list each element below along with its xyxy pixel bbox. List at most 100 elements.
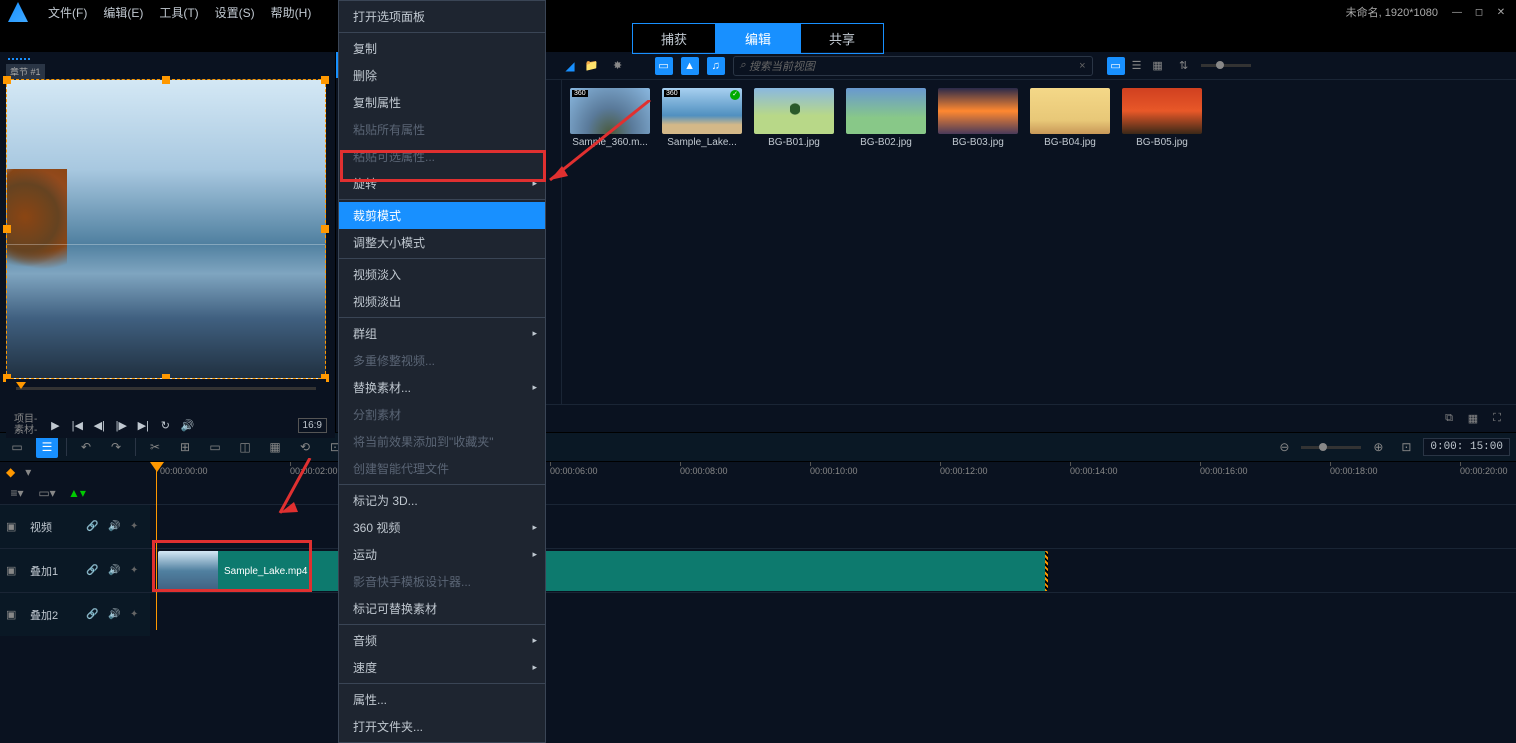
volume-icon[interactable]: 🔊 bbox=[179, 419, 195, 432]
expand-icon[interactable]: ⛶ bbox=[1488, 410, 1506, 428]
gear-icon[interactable]: ✸ bbox=[609, 57, 627, 75]
tool-icon[interactable]: ⟲ bbox=[294, 436, 316, 458]
preview-scrubber[interactable] bbox=[6, 379, 326, 397]
library-item[interactable]: BG-B05.jpg bbox=[1122, 88, 1202, 396]
storyboard-view-icon[interactable]: ▭ bbox=[6, 436, 28, 458]
zoom-in-icon[interactable]: ⊕ bbox=[1367, 436, 1389, 458]
context-menu-item[interactable]: 删除 bbox=[339, 62, 545, 89]
crop-handle[interactable] bbox=[321, 76, 329, 84]
track-link-icon[interactable]: 🔗 bbox=[86, 609, 100, 620]
context-menu-item[interactable]: 视频淡入 bbox=[339, 261, 545, 288]
marker-icon[interactable]: ▾ bbox=[25, 465, 31, 479]
menu-tools[interactable]: 工具(T) bbox=[151, 0, 206, 25]
mode-share[interactable]: 共享 bbox=[800, 23, 884, 54]
clear-search-icon[interactable]: × bbox=[1079, 60, 1085, 72]
library-item[interactable]: 360Sample_360.m... bbox=[570, 88, 650, 396]
next-frame-icon[interactable]: |▶ bbox=[113, 419, 129, 432]
filter-audio-icon[interactable]: ♫ bbox=[707, 57, 725, 75]
dual-view-icon[interactable]: ⧉ bbox=[1440, 410, 1458, 428]
context-menu-item[interactable]: 复制属性 bbox=[339, 89, 545, 116]
timecode-display[interactable]: 0:00: 15:00 bbox=[1423, 438, 1510, 456]
tool-icon[interactable]: ▭ bbox=[204, 436, 226, 458]
track-fx-icon[interactable]: ✦ bbox=[130, 565, 144, 576]
track-link-icon[interactable]: 🔗 bbox=[86, 521, 100, 532]
close-icon[interactable]: ✕ bbox=[1494, 5, 1508, 19]
timeline-ruler[interactable]: ◆ ▾ 00:00:00:0000:00:02:0000:00:06:0000:… bbox=[0, 462, 1516, 482]
context-menu-item[interactable]: 调整大小模式 bbox=[339, 229, 545, 256]
search-input[interactable]: ⌕ 搜索当前视图× bbox=[733, 56, 1093, 76]
maximize-icon[interactable]: ◻ bbox=[1472, 5, 1486, 19]
track-add-icon[interactable]: ▲▾ bbox=[66, 482, 88, 504]
zoom-out-icon[interactable]: ⊖ bbox=[1273, 436, 1295, 458]
library-item[interactable]: 360✓Sample_Lake... bbox=[662, 88, 742, 396]
menu-settings[interactable]: 设置(S) bbox=[207, 0, 263, 25]
context-menu-item[interactable]: 属性... bbox=[339, 686, 545, 713]
library-item[interactable]: BG-B03.jpg bbox=[938, 88, 1018, 396]
tool-icon[interactable]: ◫ bbox=[234, 436, 256, 458]
view-thumbnail-icon[interactable]: ▭ bbox=[1107, 57, 1125, 75]
view-grid-icon[interactable]: ▦ bbox=[1149, 57, 1167, 75]
fit-icon[interactable]: ⊡ bbox=[1395, 436, 1417, 458]
loop-icon[interactable]: ↻ bbox=[157, 419, 173, 432]
crop-handle[interactable] bbox=[321, 225, 329, 233]
filter-video-icon[interactable]: ▭ bbox=[655, 57, 673, 75]
context-menu-item[interactable]: 360 视频 bbox=[339, 514, 545, 541]
mode-edit[interactable]: 编辑 bbox=[716, 23, 800, 54]
track-mute-icon[interactable]: 🔊 bbox=[108, 565, 122, 576]
goto-end-icon[interactable]: ▶| bbox=[135, 419, 151, 432]
aspect-ratio[interactable]: 16:9 bbox=[298, 418, 327, 433]
undo-icon[interactable]: ↶ bbox=[75, 436, 97, 458]
timeline-clip[interactable]: Sample_Lake.mp4 bbox=[158, 551, 1048, 591]
context-menu-item[interactable]: 标记可替换素材 bbox=[339, 595, 545, 622]
tool-icon[interactable]: ✂ bbox=[144, 436, 166, 458]
menu-help[interactable]: 帮助(H) bbox=[263, 0, 320, 25]
track-fx-icon[interactable]: ✦ bbox=[130, 609, 144, 620]
context-menu-item[interactable]: 打开选项面板 bbox=[339, 3, 545, 30]
minimize-icon[interactable]: — bbox=[1450, 5, 1464, 19]
thumb-size-slider[interactable] bbox=[1201, 64, 1251, 67]
panel-layout-icon[interactable]: ▦ bbox=[1464, 410, 1482, 428]
track-mute-icon[interactable]: 🔊 bbox=[108, 609, 122, 620]
track-menu-icon[interactable]: ▭▾ bbox=[36, 482, 58, 504]
view-list-icon[interactable]: ☰ bbox=[1128, 57, 1146, 75]
crop-handle[interactable] bbox=[3, 225, 11, 233]
context-menu-item[interactable]: 群组 bbox=[339, 320, 545, 347]
crop-handle[interactable] bbox=[162, 76, 170, 84]
library-item[interactable]: BG-B04.jpg bbox=[1030, 88, 1110, 396]
library-item[interactable]: BG-B02.jpg bbox=[846, 88, 926, 396]
sort-icon[interactable]: ⇅ bbox=[1175, 57, 1193, 75]
track-menu-icon[interactable]: ≡▾ bbox=[6, 482, 28, 504]
zoom-slider[interactable] bbox=[1301, 446, 1361, 449]
context-menu-item[interactable]: 打开文件夹... bbox=[339, 713, 545, 740]
playhead[interactable] bbox=[150, 462, 164, 472]
context-menu-item[interactable]: 视频淡出 bbox=[339, 288, 545, 315]
context-menu-item[interactable]: 裁剪模式 bbox=[339, 202, 545, 229]
track-fx-icon[interactable]: ✦ bbox=[130, 521, 144, 532]
context-menu-item[interactable]: 标记为 3D... bbox=[339, 487, 545, 514]
tool-icon[interactable]: ▦ bbox=[264, 436, 286, 458]
mode-capture[interactable]: 捕获 bbox=[632, 23, 716, 54]
goto-start-icon[interactable]: |◀ bbox=[69, 419, 85, 432]
context-menu-item[interactable]: 运动 bbox=[339, 541, 545, 568]
prev-frame-icon[interactable]: ◀| bbox=[91, 419, 107, 432]
tool-icon[interactable]: ⊞ bbox=[174, 436, 196, 458]
preview-canvas[interactable] bbox=[6, 79, 326, 379]
menu-edit[interactable]: 编辑(E) bbox=[95, 0, 151, 25]
track-mute-icon[interactable]: 🔊 bbox=[108, 521, 122, 532]
context-menu-item[interactable]: 复制 bbox=[339, 35, 545, 62]
library-item[interactable]: BG-B01.jpg bbox=[754, 88, 834, 396]
menu-file[interactable]: 文件(F) bbox=[40, 0, 95, 25]
context-menu-item[interactable]: 音频 bbox=[339, 627, 545, 654]
marker-icon[interactable]: ◆ bbox=[6, 465, 15, 479]
play-icon[interactable]: ▶ bbox=[47, 419, 63, 432]
track-link-icon[interactable]: 🔗 bbox=[86, 565, 100, 576]
context-menu-item[interactable]: 替换素材... bbox=[339, 374, 545, 401]
crop-handle[interactable] bbox=[3, 76, 11, 84]
import-folder-icon[interactable]: 📁 bbox=[583, 57, 601, 75]
redo-icon[interactable]: ↷ bbox=[105, 436, 127, 458]
context-menu-item[interactable]: 速度 bbox=[339, 654, 545, 681]
bookmark-icon[interactable]: ◢ bbox=[565, 59, 574, 73]
context-menu-item[interactable]: 旋转 bbox=[339, 170, 545, 197]
timeline-view-icon[interactable]: ☰ bbox=[36, 436, 58, 458]
filter-photo-icon[interactable]: ▲ bbox=[681, 57, 699, 75]
